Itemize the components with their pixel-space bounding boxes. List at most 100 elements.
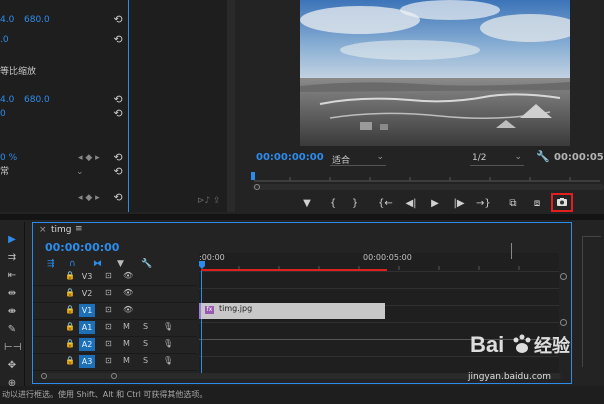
lock-icon[interactable]: 🔒	[65, 305, 75, 314]
mark-in-button[interactable]: {	[326, 196, 340, 212]
razor-tool-icon[interactable]: ✎	[4, 322, 20, 338]
zoom-fit-dropdown[interactable]: 适合 ⌄	[330, 151, 386, 166]
reset-icon[interactable]: ⟲	[112, 14, 124, 26]
reset-icon[interactable]: ⟲	[112, 166, 124, 178]
solo-button[interactable]: S	[143, 356, 148, 365]
effects-scrollbar[interactable]	[227, 0, 235, 212]
scroll-handle-bottom[interactable]	[560, 319, 567, 326]
selection-tool-icon[interactable]: ▶	[4, 232, 20, 248]
position-y-value[interactable]: 680.0	[24, 14, 50, 26]
effect-row-opacity: 0 % ◂ ◆ ▸ ⟲	[0, 152, 124, 164]
sync-lock-icon[interactable]: ⊡	[105, 339, 112, 348]
lock-icon[interactable]: 🔒	[65, 271, 75, 280]
playback-resolution-dropdown[interactable]: 1/2 ⌄	[470, 151, 524, 166]
position-x-value[interactable]: 4.0	[0, 14, 14, 26]
reset-icon[interactable]: ⟲	[112, 192, 124, 204]
slip-tool-icon[interactable]: ⊢⊣	[4, 340, 21, 356]
step-forward-button[interactable]: |▶	[452, 196, 466, 212]
mute-button[interactable]: M	[123, 339, 130, 348]
timeline-ruler[interactable]: :00:00 00:00:05:00	[199, 243, 559, 379]
timeline-timecode[interactable]: 00:00:00:00	[45, 241, 119, 254]
lock-icon[interactable]: 🔒	[65, 356, 75, 365]
scroll-handle-top[interactable]	[560, 273, 567, 280]
sync-lock-icon[interactable]: ⊡	[105, 356, 112, 365]
track-name[interactable]: V3	[79, 270, 95, 283]
panel-divider[interactable]	[0, 214, 604, 220]
extract-button[interactable]: ⧈	[530, 196, 544, 212]
track-select-tool-icon[interactable]: ⇉	[4, 250, 20, 266]
video-clip[interactable]: fx timg.jpg	[199, 303, 385, 319]
solo-button[interactable]: S	[143, 339, 148, 348]
slide-tool-icon[interactable]: ✥	[4, 358, 20, 374]
track-header-a3[interactable]: 🔒 A3 ⊡ M S 🎙	[33, 353, 197, 371]
anchor-y-value[interactable]: 680.0	[24, 94, 50, 106]
flicker-value[interactable]: 0	[0, 108, 6, 120]
mute-button[interactable]: M	[123, 322, 130, 331]
wrench-icon[interactable]: 🔧	[536, 150, 550, 163]
sync-lock-icon[interactable]: ⊡	[105, 322, 112, 331]
program-timecode-bar: 00:00:00:00 适合 ⌄ 1/2 ⌄ 🔧 00:00:05:0	[238, 148, 604, 170]
keyframe-nav-icon[interactable]: ◂ ◆ ▸	[78, 192, 100, 204]
track-name[interactable]: A2	[79, 338, 95, 351]
close-icon[interactable]: ×	[39, 225, 47, 235]
solo-button[interactable]: S	[143, 322, 148, 331]
reset-icon[interactable]: ⟲	[112, 152, 124, 164]
rate-stretch-tool-icon[interactable]: ⇼	[4, 304, 20, 320]
microphone-icon[interactable]: 🎙	[163, 356, 173, 365]
eye-icon[interactable]: 👁	[123, 305, 133, 314]
blend-mode-value[interactable]: 常	[0, 166, 9, 178]
track-name[interactable]: A3	[79, 355, 95, 368]
keyframe-nav-icon[interactable]: ◂ ◆ ▸	[78, 152, 100, 164]
track-header-v1[interactable]: 🔒 V1 ⊡ 👁	[33, 302, 197, 320]
go-to-in-button[interactable]: {←	[378, 196, 393, 212]
svg-text:Bai: Bai	[470, 332, 504, 357]
eye-icon[interactable]: 👁	[123, 288, 133, 297]
sync-lock-icon[interactable]: ⊡	[105, 271, 112, 280]
lock-icon[interactable]: 🔒	[65, 322, 75, 331]
track-header-a1[interactable]: 🔒 A1 ⊡ M S 🎙	[33, 319, 197, 337]
sync-lock-icon[interactable]: ⊡	[105, 305, 112, 314]
anchor-x-value[interactable]: 4.0	[0, 94, 14, 106]
export-frame-button[interactable]	[551, 193, 573, 212]
reset-icon[interactable]: ⟲	[112, 34, 124, 46]
filter-icon[interactable]: ⊳♪	[197, 196, 210, 206]
ripple-edit-tool-icon[interactable]: ⇤	[4, 268, 20, 284]
rolling-edit-tool-icon[interactable]: ⇹	[4, 286, 20, 302]
reset-icon[interactable]: ⟲	[112, 94, 124, 106]
timeline-playhead-head	[199, 261, 205, 269]
opacity-value[interactable]: 0 %	[0, 152, 17, 164]
lock-icon[interactable]: 🔒	[65, 288, 75, 297]
program-zoom-scrollbar[interactable]	[252, 184, 604, 190]
duration-timecode: 00:00:05:0	[554, 152, 604, 163]
add-marker-button[interactable]: ▼	[300, 196, 314, 212]
h-scroll-handle-right[interactable]	[111, 373, 117, 379]
track-header-v3[interactable]: 🔒 V3 ⊡ 👁	[33, 268, 197, 286]
sync-lock-icon[interactable]: ⊡	[105, 288, 112, 297]
scroll-handle-left[interactable]	[254, 184, 260, 190]
track-header-v2[interactable]: 🔒 V2 ⊡ 👁	[33, 285, 197, 303]
mark-out-button[interactable]: }	[348, 196, 362, 212]
track-name[interactable]: V2	[79, 287, 95, 300]
lock-icon[interactable]: 🔒	[65, 339, 75, 348]
microphone-icon[interactable]: 🎙	[163, 339, 173, 348]
track-header-a2[interactable]: 🔒 A2 ⊡ M S 🎙	[33, 336, 197, 354]
microphone-icon[interactable]: 🎙	[163, 322, 173, 331]
chevron-down-icon[interactable]: ⌄	[76, 166, 84, 178]
sequence-tab[interactable]: timg	[51, 225, 72, 235]
timeline-playhead-line[interactable]	[201, 271, 202, 379]
eye-icon[interactable]: 👁	[123, 271, 133, 280]
track-name[interactable]: A1	[79, 321, 95, 334]
h-scroll-handle-left[interactable]	[41, 373, 47, 379]
lift-button[interactable]: ⧉	[506, 196, 520, 212]
playhead-timecode[interactable]: 00:00:00:00	[256, 152, 324, 163]
program-time-ruler[interactable]	[250, 172, 604, 182]
go-to-out-button[interactable]: →}	[476, 196, 491, 212]
track-name[interactable]: V1	[79, 304, 95, 317]
step-back-button[interactable]: ◀|	[404, 196, 418, 212]
panel-menu-icon[interactable]: ≡	[75, 224, 83, 234]
reset-icon[interactable]: ⟲	[112, 108, 124, 120]
mute-button[interactable]: M	[123, 356, 130, 365]
play-button[interactable]: ▶	[428, 196, 442, 212]
export-icon[interactable]: ⇪	[213, 196, 221, 206]
scale-value[interactable]: .0	[0, 34, 9, 46]
